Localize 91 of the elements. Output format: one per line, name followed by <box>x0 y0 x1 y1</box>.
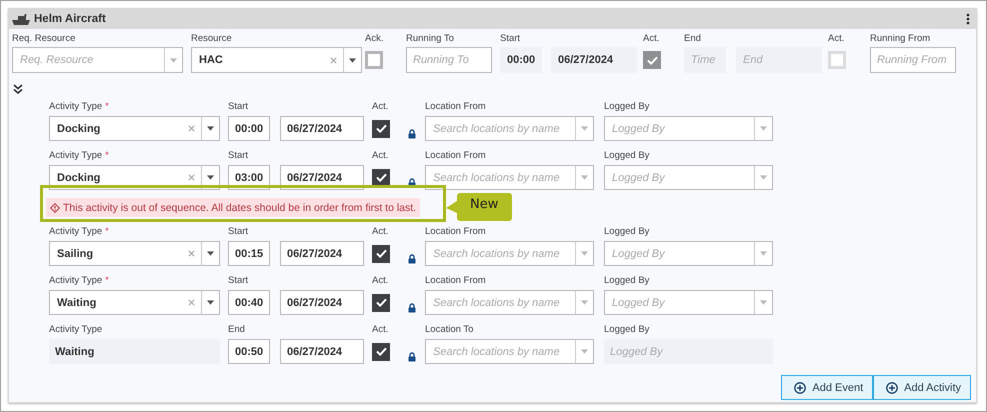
date-field[interactable]: 06/27/2024 <box>280 339 364 364</box>
field-label: Logged By <box>604 225 650 239</box>
field-label: End <box>684 33 701 44</box>
field-label: Logged By <box>604 323 650 337</box>
time-field[interactable]: 00:50 <box>228 339 270 364</box>
lock-icon <box>408 254 416 264</box>
checkbox[interactable] <box>372 168 390 186</box>
add-button[interactable]: Add Event <box>781 375 874 400</box>
field-label: Activity Type <box>49 100 102 114</box>
clear-icon[interactable] <box>188 174 195 181</box>
select-field[interactable]: Sailing <box>49 241 220 266</box>
field-label: Location From <box>425 100 486 114</box>
required-mark: * <box>105 149 109 163</box>
check-icon <box>376 124 386 133</box>
field-label: Ack. <box>365 33 384 44</box>
clear-icon[interactable] <box>188 125 195 132</box>
field-label: Act. <box>372 149 388 163</box>
field-label: Start <box>228 100 248 114</box>
check-icon <box>646 56 658 64</box>
field-label: Act. <box>372 323 388 337</box>
clear-icon[interactable] <box>188 299 195 306</box>
date-field[interactable]: 06/27/2024 <box>280 241 364 266</box>
lock-icon <box>408 178 416 188</box>
clear-icon[interactable] <box>330 56 337 64</box>
caret-icon[interactable] <box>207 251 214 256</box>
caret-icon[interactable] <box>207 300 214 305</box>
field-label: Start <box>500 33 520 44</box>
field-label: Location From <box>425 149 486 163</box>
callout-text: New <box>470 197 498 212</box>
field-label: Location From <box>425 225 486 239</box>
field-label: Logged By <box>604 149 650 163</box>
field-label: Activity Type <box>49 323 102 337</box>
field-label: Start <box>228 149 248 163</box>
required-mark: * <box>105 225 109 239</box>
ship-icon <box>12 13 30 25</box>
field-label: Running To <box>406 33 454 44</box>
clear-icon[interactable] <box>188 250 195 257</box>
date-field[interactable]: 06/27/2024 <box>280 290 364 315</box>
checkbox[interactable] <box>372 294 390 312</box>
field-label: Req. Resource <box>12 33 76 44</box>
caret-icon[interactable] <box>207 126 214 131</box>
checkbox[interactable] <box>372 342 390 360</box>
check-icon <box>376 173 386 182</box>
caret-icon[interactable] <box>207 175 214 180</box>
plus-circle-icon <box>794 382 806 394</box>
field-label: Logged By <box>604 100 650 114</box>
field-label: End <box>228 323 245 337</box>
select-field[interactable]: HAC <box>191 47 362 73</box>
field-label: Location To <box>425 323 474 337</box>
select-field[interactable]: Docking <box>49 116 220 141</box>
warning-icon <box>50 202 60 212</box>
readonly-field: Logged By <box>604 339 773 364</box>
error-text: This activity is out of sequence. All dates should be in order from first to last. <box>63 202 416 214</box>
field-label: Act. <box>372 100 388 114</box>
date-field[interactable]: 06/27/2024 <box>280 116 364 141</box>
more-menu-icon[interactable] <box>966 13 970 25</box>
field-label: Act. <box>372 225 388 239</box>
check-icon <box>376 298 386 307</box>
field-label: Act. <box>372 274 388 288</box>
check-icon <box>376 347 386 356</box>
field-label: Start <box>228 274 248 288</box>
time-field[interactable]: 00:00 <box>228 116 270 141</box>
required-mark: * <box>105 274 109 288</box>
check-icon <box>376 249 386 258</box>
checkbox[interactable] <box>372 244 390 262</box>
time-field[interactable]: 00:15 <box>228 241 270 266</box>
add-button[interactable]: Add Activity <box>873 375 971 400</box>
lock-icon <box>408 129 416 139</box>
checkbox[interactable] <box>365 51 383 69</box>
field-label: Start <box>228 225 248 239</box>
select-field[interactable]: Waiting <box>49 290 220 315</box>
field-label: Act. <box>643 33 660 44</box>
checkbox[interactable] <box>372 120 390 138</box>
field-label: Activity Type <box>49 225 102 239</box>
caret-icon[interactable] <box>349 58 356 62</box>
plus-circle-icon <box>886 382 898 394</box>
field-label: Location From <box>425 274 486 288</box>
lock-icon <box>408 303 416 313</box>
panel-title: Helm Aircraft <box>34 13 107 25</box>
field-label: Activity Type <box>49 274 102 288</box>
callout-drawing <box>446 192 512 222</box>
field-label: Act. <box>828 33 844 44</box>
readonly-field: Waiting <box>49 339 220 364</box>
field-label: Resource <box>191 33 232 44</box>
field-label: Activity Type <box>49 149 102 163</box>
lock-icon <box>408 352 416 362</box>
required-mark: * <box>105 100 109 114</box>
field-label: Running From <box>870 33 930 44</box>
time-field[interactable]: 00:40 <box>228 290 270 315</box>
field-label: Logged By <box>604 274 650 288</box>
expand-chevron-icon[interactable] <box>13 84 23 94</box>
